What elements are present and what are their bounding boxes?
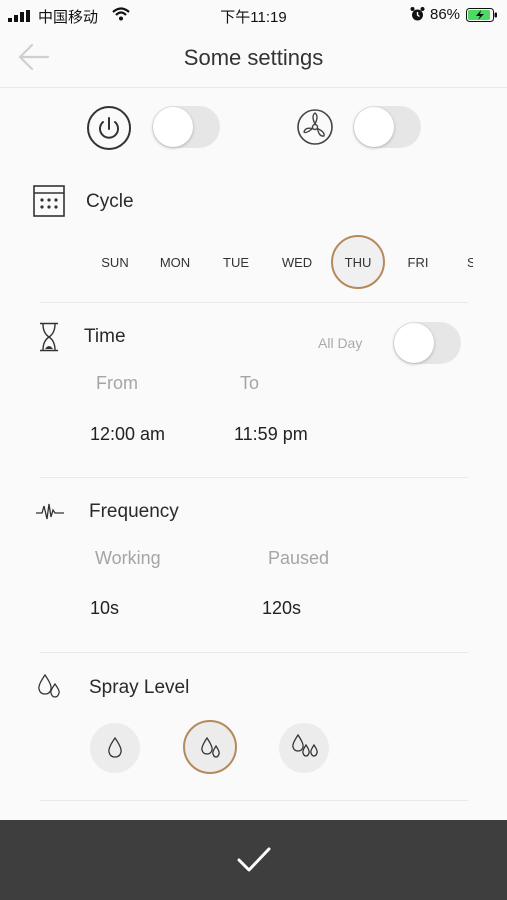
time-title: Time — [84, 326, 126, 347]
battery-charging-icon — [466, 8, 497, 22]
checkmark-icon — [237, 847, 271, 872]
droplets-icon — [38, 673, 60, 698]
spray-level-low[interactable] — [90, 723, 140, 773]
toggle-knob — [153, 107, 193, 147]
power-toggle[interactable] — [152, 106, 220, 148]
header-divider — [0, 87, 507, 88]
day-sun[interactable]: SUN — [88, 255, 142, 270]
day-tue[interactable]: TUE — [209, 255, 263, 270]
single-drop-icon — [108, 736, 122, 758]
triple-drop-icon — [292, 733, 318, 757]
day-thu[interactable]: THU — [331, 255, 385, 270]
to-label: To — [240, 373, 260, 393]
fan-icon[interactable] — [296, 108, 334, 146]
all-day-label: All Day — [318, 335, 363, 351]
page-title: Some settings — [183, 45, 324, 70]
paused-value[interactable]: 120s — [262, 598, 301, 619]
day-fri[interactable]: FRI — [391, 255, 445, 270]
section-divider — [40, 652, 468, 653]
from-time-value[interactable]: 12:00 am — [90, 424, 165, 445]
alarm-clock-icon — [410, 7, 425, 21]
power-icon[interactable] — [86, 105, 132, 151]
spray-level-medium[interactable] — [183, 720, 237, 774]
working-label: Working — [95, 548, 161, 568]
frequency-title: Frequency — [89, 501, 179, 522]
spray-level-title: Spray Level — [89, 677, 190, 698]
hourglass-icon — [40, 322, 58, 352]
section-divider — [40, 302, 468, 303]
fan-toggle[interactable] — [353, 106, 421, 148]
spray-level-high[interactable] — [279, 723, 329, 773]
day-mon[interactable]: MON — [148, 255, 202, 270]
toggle-knob — [394, 323, 434, 363]
status-bar: 中国移动 下午11:19 86% — [0, 0, 507, 30]
day-wed[interactable]: WED — [270, 255, 324, 270]
double-drop-icon — [201, 736, 220, 758]
section-divider — [40, 800, 468, 801]
calendar-icon — [33, 185, 65, 217]
section-divider — [40, 477, 468, 478]
paused-label: Paused — [268, 548, 330, 568]
day-sat[interactable]: S — [467, 255, 473, 270]
toggle-knob — [354, 107, 394, 147]
pulse-icon — [36, 503, 64, 520]
confirm-button[interactable] — [0, 820, 507, 900]
cycle-title: Cycle — [86, 191, 134, 212]
all-day-toggle[interactable] — [393, 322, 461, 364]
from-label: From — [96, 373, 138, 393]
to-time-value[interactable]: 11:59 pm — [234, 424, 308, 445]
working-value[interactable]: 10s — [90, 598, 119, 619]
battery-percent: 86% — [430, 6, 461, 23]
